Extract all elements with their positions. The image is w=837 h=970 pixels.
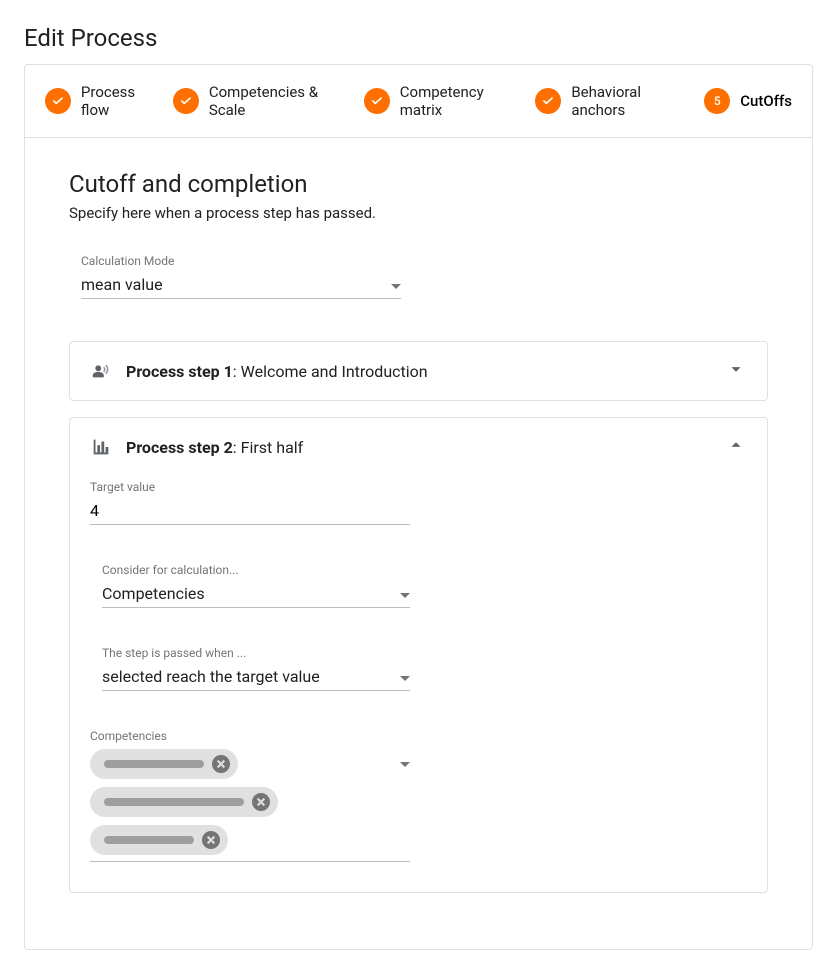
panel-title: Process step 2: First half (126, 438, 303, 457)
calc-mode-value: mean value (81, 275, 163, 294)
competency-chip (90, 825, 228, 855)
chevron-down-icon (391, 275, 401, 294)
section-title: Cutoff and completion (69, 170, 768, 198)
calc-mode-select[interactable]: mean value (81, 271, 401, 299)
chevron-down-icon (400, 667, 410, 686)
stepper-item-process-flow[interactable]: Process flow (45, 83, 167, 119)
panel-process-step-1: Process step 1: Welcome and Introduction (69, 341, 768, 401)
stepper-label: CutOffs (740, 92, 792, 110)
consider-label: Consider for calculation... (102, 563, 410, 577)
chip-remove-icon[interactable] (252, 793, 270, 811)
consider-select[interactable]: Competencies (102, 580, 410, 608)
stepper-item-cutoffs[interactable]: 5 CutOffs (704, 88, 792, 114)
target-value-input[interactable] (90, 497, 410, 525)
chip-text-placeholder (104, 836, 194, 844)
main-card: Process flow Competencies & Scale Compet… (24, 64, 813, 950)
panel-header-step-2[interactable]: Process step 2: First half (70, 418, 767, 476)
chevron-down-icon (400, 753, 410, 772)
chevron-down-icon (725, 358, 747, 384)
chip-remove-icon[interactable] (202, 831, 220, 849)
passed-label: The step is passed when ... (102, 646, 410, 660)
section-subtitle: Specify here when a process step has pas… (69, 204, 768, 222)
competencies-label: Competencies (90, 729, 410, 743)
competencies-multi-select[interactable]: Competencies (90, 729, 410, 862)
check-icon (535, 88, 561, 114)
stepper-label: Process flow (81, 83, 167, 119)
chip-remove-icon[interactable] (212, 755, 230, 773)
competency-chip (90, 787, 278, 817)
chip-text-placeholder (104, 798, 244, 806)
check-icon (364, 88, 390, 114)
stepper-item-competencies-scale[interactable]: Competencies & Scale (173, 83, 358, 119)
panel-header-step-1[interactable]: Process step 1: Welcome and Introduction (70, 342, 767, 400)
passed-value: selected reach the target value (102, 667, 320, 686)
stepper-item-competency-matrix[interactable]: Competency matrix (364, 83, 530, 119)
panel-title: Process step 1: Welcome and Introduction (126, 362, 428, 381)
chevron-up-icon (725, 434, 747, 460)
calc-mode-label: Calculation Mode (81, 254, 401, 268)
poll-icon (90, 436, 112, 458)
stepper-label: Behavioral anchors (571, 83, 698, 119)
content: Cutoff and completion Specify here when … (25, 138, 812, 949)
chevron-down-icon (400, 584, 410, 603)
consider-value: Competencies (102, 584, 205, 603)
competency-chip (90, 749, 238, 779)
check-icon (45, 88, 71, 114)
stepper-label: Competencies & Scale (209, 83, 358, 119)
stepper: Process flow Competencies & Scale Compet… (25, 65, 812, 138)
record-voice-icon (90, 360, 112, 382)
stepper-label: Competency matrix (400, 83, 530, 119)
passed-select[interactable]: selected reach the target value (102, 663, 410, 691)
target-value-label: Target value (90, 480, 410, 494)
step-number-badge: 5 (704, 88, 730, 114)
chip-text-placeholder (104, 760, 204, 768)
stepper-item-behavioral-anchors[interactable]: Behavioral anchors (535, 83, 698, 119)
page-title: Edit Process (0, 24, 837, 64)
check-icon (173, 88, 199, 114)
panel-process-step-2: Process step 2: First half Target value … (69, 417, 768, 893)
